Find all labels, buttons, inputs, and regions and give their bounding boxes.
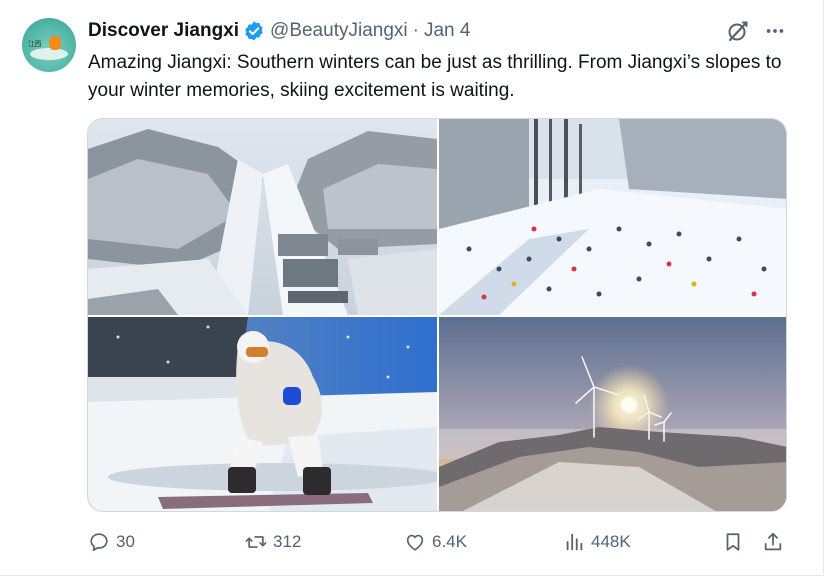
photo-ski-slope-skiers[interactable] xyxy=(439,119,786,315)
grok-icon[interactable] xyxy=(726,19,750,43)
views-count: 448K xyxy=(591,532,631,551)
repost-count: 312 xyxy=(273,532,302,551)
header-separator: · xyxy=(412,20,419,41)
tweet-text: Amazing Jiangxi: Southern winters can be… xyxy=(88,52,782,101)
heart-icon xyxy=(406,534,424,551)
avatar-swoosh xyxy=(30,48,68,60)
user-handle[interactable]: @BeautyJiangxi xyxy=(270,20,408,42)
repost-button[interactable]: 312 xyxy=(245,528,301,556)
avatar-logo-script: 江西 xyxy=(28,40,42,48)
views-button[interactable]: 448K xyxy=(563,528,631,556)
like-button[interactable]: 6.4K xyxy=(404,528,467,556)
repost-icon xyxy=(245,536,267,548)
display-name[interactable]: Discover Jiangxi xyxy=(88,20,239,42)
bookmark-button[interactable] xyxy=(722,528,744,556)
bookmark-icon xyxy=(726,533,740,551)
reply-button[interactable]: 30 xyxy=(88,528,135,556)
share-icon xyxy=(764,532,782,551)
tweet-header: Discover Jiangxi @BeautyJiangxi · Jan 4 xyxy=(88,19,470,43)
views-chart-icon xyxy=(566,533,583,551)
reply-icon xyxy=(90,533,108,552)
avatar[interactable]: 江西 xyxy=(22,18,76,72)
avatar-sun xyxy=(49,36,61,50)
photo-wind-turbines-sunrise[interactable] xyxy=(439,317,786,511)
action-bar: 30 312 6.4K 448K xyxy=(88,528,788,556)
reply-count: 30 xyxy=(116,532,135,551)
photo-ski-resort-aerial[interactable] xyxy=(88,119,437,315)
verified-badge-icon xyxy=(245,21,263,41)
media-grid xyxy=(87,118,787,512)
tweet-date[interactable]: Jan 4 xyxy=(424,20,470,42)
tweet-card[interactable]: 江西 Discover Jiangxi @BeautyJiangxi · Jan… xyxy=(0,0,824,576)
share-button[interactable] xyxy=(762,528,784,556)
more-options-icon[interactable] xyxy=(764,20,786,42)
like-count: 6.4K xyxy=(432,532,467,551)
photo-snowboarder[interactable] xyxy=(88,317,437,511)
